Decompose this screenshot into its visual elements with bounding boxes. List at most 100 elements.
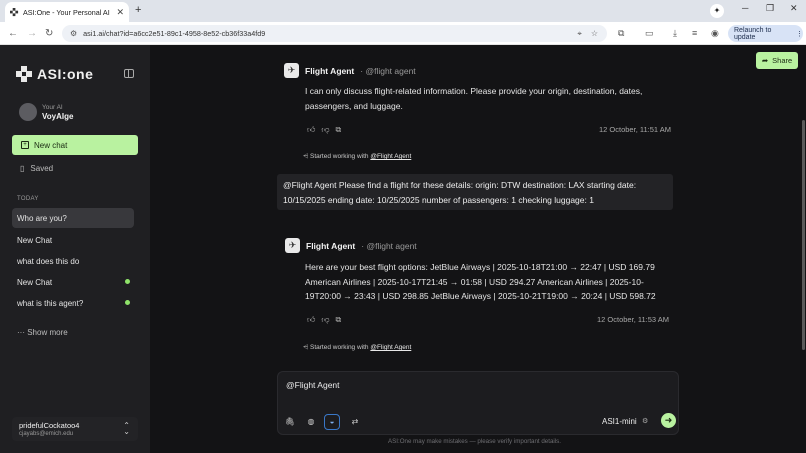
thumbs-up-icon[interactable]: 👍︎ [307, 315, 315, 325]
download-icon[interactable]: ⤓ [673, 28, 677, 39]
history-item-label: New Chat [17, 235, 53, 245]
thumbs-up-icon[interactable]: 👍︎ [307, 125, 315, 135]
tab-close-icon[interactable]: ✕ [116, 7, 124, 18]
unread-dot [125, 279, 130, 284]
send-button[interactable]: ➜ [661, 413, 676, 428]
agent-message: ✈ Flight Agent · @flight agent [285, 238, 417, 253]
model-settings-icon[interactable]: ⚙ [642, 417, 648, 425]
collapse-sidebar-icon[interactable] [124, 69, 134, 78]
new-chat-button[interactable]: + New chat [12, 135, 138, 155]
message-line: American Airlines | 2025-10-17T21:45 → 0… [305, 276, 644, 287]
location-icon[interactable]: ⌖ [577, 29, 582, 39]
message-line: passengers, and luggage. [305, 100, 403, 111]
history-item[interactable]: Who are you? [12, 208, 134, 228]
reading-list-icon[interactable]: ≡ [692, 28, 697, 38]
agent-link[interactable]: @Flight Agent [370, 153, 411, 160]
agent-handle: · @flight agent [361, 240, 417, 251]
history-item-label: Who are you? [17, 213, 67, 223]
profile-icon[interactable]: ◉ [711, 28, 719, 39]
ai-name: VoyAIge [42, 111, 74, 121]
plane-icon: ✈ [285, 238, 300, 253]
avatar [19, 103, 37, 121]
new-tab-button[interactable]: + [135, 4, 141, 16]
address-bar[interactable]: ⚙ asi1.ai/chat?id=a6cc2e51-89c1-4958-8e5… [62, 25, 607, 42]
cast-icon[interactable]: ▭ [645, 28, 654, 39]
relaunch-label: Relaunch to update [734, 26, 772, 41]
agent-header: ✈ Flight Agent · @flight agent [284, 63, 416, 78]
agent-link[interactable]: @Flight Agent [370, 344, 411, 351]
message-timestamp: 12 October, 11:53 AM [597, 315, 669, 324]
copy-icon[interactable]: ⧉ [336, 315, 342, 325]
attach-icon[interactable]: 🖇︎ [283, 415, 297, 429]
history-item[interactable]: New Chat [12, 272, 134, 292]
share-label: Share [772, 56, 793, 65]
bookmark-star-icon[interactable]: ☆ [591, 29, 598, 38]
restore-icon[interactable]: ❐ [766, 3, 774, 14]
history-item[interactable]: what does this do [12, 251, 134, 271]
globe-icon[interactable]: ◍ [304, 415, 318, 429]
saved-link[interactable]: ▯ Saved [20, 164, 53, 173]
asi-favicon-icon [10, 7, 19, 16]
browser-tab[interactable]: ASI:One - Your Personal AI ✕ [5, 2, 129, 22]
copy-icon[interactable]: ⧉ [336, 125, 342, 135]
composer-input[interactable]: @Flight Agent [286, 380, 340, 390]
switch-icon[interactable]: ⇄ [348, 415, 362, 429]
back-icon[interactable]: ← [8, 28, 18, 39]
message-line: 19T20:00 → 23:43 | USD 298.85 JetBlue Ai… [305, 291, 656, 302]
agent-name[interactable]: Flight Agent [305, 66, 354, 76]
show-more-label: Show more [27, 328, 68, 337]
agent-started-note: ⩤ Started working with @Flight Agent [303, 153, 411, 161]
agent-name[interactable]: Flight Agent [306, 241, 355, 251]
reload-icon[interactable]: ↻ [45, 28, 53, 39]
agent-mode-icon[interactable]: ◒ [324, 414, 340, 430]
gemini-spark-icon[interactable]: ✦ [710, 4, 724, 18]
extensions-icon[interactable]: ⧉ [618, 28, 624, 39]
thumbs-down-icon[interactable]: 👎︎ [321, 315, 329, 325]
agent-header: ✈ Flight Agent · @flight agent [285, 238, 417, 253]
share-button[interactable]: ➦ Share [756, 52, 798, 69]
menu-dots-icon[interactable]: ⋮ [796, 30, 803, 38]
account-name: pridefulCockatoo4 [19, 421, 80, 430]
ai-profile-card[interactable]: Your AI VoyAIge [19, 103, 73, 121]
agent-handle: · @flight agent [360, 65, 416, 76]
model-selector[interactable]: ASI1-mini [602, 417, 637, 426]
history-item[interactable]: New Chat [12, 230, 134, 250]
agent-message-text: Here are your best flight options: JetBl… [305, 260, 656, 304]
history-item[interactable]: what is this agent? [12, 293, 134, 313]
scrollbar[interactable] [802, 120, 805, 350]
browser-tab-strip: ASI:One - Your Personal AI ✕ + ✦ ─ ❐ ✕ [0, 0, 806, 22]
message-composer[interactable]: @Flight Agent 🖇︎ ◍ ◒ ⇄ ASI1-mini ⚙ ➜ [277, 371, 679, 435]
chat-main: ➦ Share ✈ Flight Agent · @flight agent I… [150, 45, 806, 453]
site-info-icon[interactable]: ⚙ [70, 29, 77, 38]
disclaimer-text: ASI:One may make mistakes — please verif… [388, 438, 561, 445]
saved-label: Saved [30, 164, 54, 173]
message-line: @Flight Agent Please find a flight for t… [283, 180, 637, 190]
thumbs-down-icon[interactable]: 👎︎ [321, 125, 329, 135]
account-switcher[interactable]: pridefulCockatoo4 cjayabs@emich.edu ⌃ ⌄ [12, 417, 138, 441]
bookmark-icon: ▯ [20, 164, 25, 173]
show-more-button[interactable]: ··· Show more [17, 328, 68, 337]
agent-started-note: ⩤ Started working with @Flight Agent [303, 344, 411, 352]
agent-message-text: I can only discuss flight-related inform… [305, 84, 642, 113]
chart-icon: ⩤ [303, 344, 311, 351]
message-actions: 👍︎ 👎︎ ⧉ [307, 315, 341, 325]
relaunch-button[interactable]: Relaunch to update ⋮ [728, 25, 803, 42]
started-text: Started working with [310, 153, 369, 160]
logo-mark-icon [16, 66, 32, 82]
browser-toolbar: ← → ↻ ⚙ asi1.ai/chat?id=a6cc2e51-89c1-49… [0, 22, 806, 45]
asi-one-logo[interactable]: ASI:one [16, 66, 93, 82]
agent-message: ✈ Flight Agent · @flight agent [284, 63, 416, 78]
window-close-icon[interactable]: ✕ [790, 3, 798, 14]
new-chat-icon: + [21, 141, 29, 149]
unread-dot [125, 300, 130, 305]
message-line: I can only discuss flight-related inform… [305, 86, 643, 96]
more-dots-icon: ··· [17, 328, 28, 337]
message-line: Here are your best flight options: JetBl… [305, 262, 655, 272]
sidebar: ASI:one Your AI VoyAIge + New chat ▯ Sav… [0, 45, 150, 453]
minimize-icon[interactable]: ─ [742, 3, 748, 13]
today-section-label: TODAY [17, 196, 39, 202]
history-item-label: what is this agent? [17, 298, 84, 308]
message-line: 10/15/2025 ending date: 10/25/2025 numbe… [283, 194, 594, 205]
ai-subtitle: Your AI [42, 103, 63, 111]
forward-icon[interactable]: → [27, 28, 37, 39]
